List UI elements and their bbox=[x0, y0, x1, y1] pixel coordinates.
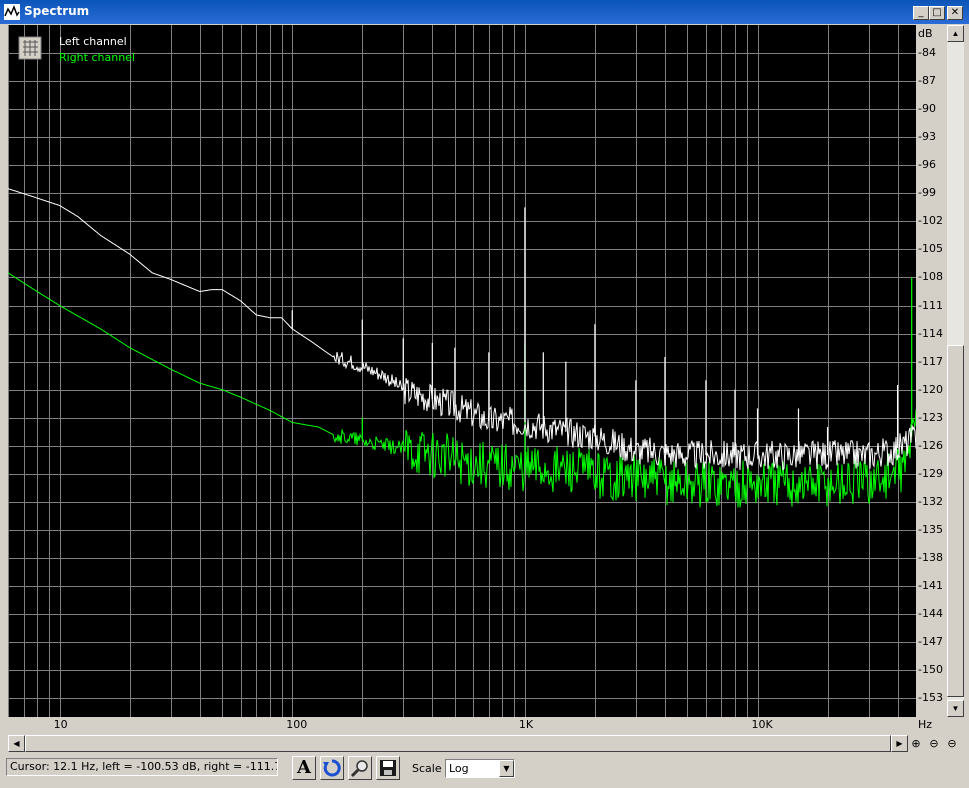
y-tick-label: -144 bbox=[918, 607, 943, 621]
plot-grid bbox=[8, 25, 916, 717]
horizontal-scroll-thumb[interactable] bbox=[25, 735, 891, 752]
y-tick-label: -135 bbox=[918, 522, 943, 536]
close-button[interactable]: ✕ bbox=[947, 6, 963, 20]
y-tick-label: -102 bbox=[918, 214, 943, 228]
y-tick-label: -141 bbox=[918, 579, 943, 593]
save-icon bbox=[380, 760, 396, 776]
minimize-icon: _ bbox=[918, 7, 924, 18]
y-tick-label: -129 bbox=[918, 466, 943, 480]
spectrum-app-icon bbox=[4, 4, 20, 20]
x-axis-unit: Hz bbox=[918, 718, 933, 731]
y-tick-label: -126 bbox=[918, 438, 943, 452]
scale-label: Scale bbox=[412, 762, 442, 775]
plot-series bbox=[8, 188, 916, 508]
y-tick-label: -117 bbox=[918, 354, 943, 368]
cursor-readout: Cursor: 12.1 Hz, left = -100.53 dB, righ… bbox=[6, 758, 278, 776]
arrow-left-icon: ◀ bbox=[13, 739, 20, 748]
scroll-left-button[interactable]: ◀ bbox=[8, 735, 25, 752]
arrow-down-icon: ▼ bbox=[951, 704, 960, 713]
y-tick-label: -150 bbox=[918, 663, 943, 677]
scroll-up-button[interactable]: ▲ bbox=[947, 25, 964, 42]
vertical-scrollbar[interactable]: ▲ ▼ bbox=[947, 25, 964, 717]
zoom-tool-icon bbox=[350, 760, 368, 778]
scroll-down-button[interactable]: ▼ bbox=[947, 700, 964, 717]
font-button[interactable]: A bbox=[292, 756, 316, 780]
y-tick-label: -84 bbox=[918, 46, 936, 60]
x-tick-label: 10 bbox=[53, 718, 68, 731]
y-tick-label: -120 bbox=[918, 382, 943, 396]
x-tick-label: 10K bbox=[751, 718, 773, 731]
minimize-button[interactable]: _ bbox=[913, 6, 929, 20]
horizontal-scrollbar[interactable]: ◀ ▶ bbox=[8, 735, 908, 752]
y-tick-label: -153 bbox=[918, 691, 943, 705]
zoom-tool-button[interactable] bbox=[348, 756, 372, 780]
x-tick-label: 100 bbox=[286, 718, 308, 731]
save-button[interactable] bbox=[376, 756, 400, 780]
y-axis: dB -84 -87 -90 -93 -96 -99 -102 -105 -108 -111 -11… bbox=[916, 25, 947, 717]
zoom-out-button[interactable]: ⊖ bbox=[926, 735, 942, 752]
x-tick-label: 1K bbox=[518, 718, 534, 731]
y-tick-label: -138 bbox=[918, 551, 943, 565]
y-tick-label: -96 bbox=[918, 158, 936, 172]
chevron-down-icon[interactable]: ▼ bbox=[499, 760, 514, 777]
scale-select-value: Log bbox=[449, 762, 469, 775]
close-icon: ✕ bbox=[950, 7, 960, 18]
legend-left-channel: Left channel bbox=[59, 35, 127, 48]
status-bar: Cursor: 12.1 Hz, left = -100.53 dB, righ… bbox=[0, 754, 969, 788]
y-tick-label: -105 bbox=[918, 242, 943, 256]
left-channel-line bbox=[8, 188, 916, 471]
zoom-reset-button[interactable]: ⊖ bbox=[944, 735, 960, 752]
refresh-icon bbox=[323, 759, 341, 777]
y-axis-unit: dB bbox=[918, 27, 933, 40]
scroll-right-button[interactable]: ▶ bbox=[891, 735, 908, 752]
scale-select[interactable]: Log ▼ bbox=[445, 759, 515, 778]
maximize-button[interactable]: □ bbox=[929, 6, 945, 20]
zoom-reset-icon: ⊖ bbox=[947, 737, 957, 750]
spectrum-chart-svg[interactable]: Left channel Right channel bbox=[8, 25, 916, 717]
y-tick-label: -147 bbox=[918, 635, 943, 649]
font-icon: A bbox=[297, 757, 311, 778]
y-tick-label: -87 bbox=[918, 74, 936, 88]
refresh-button[interactable] bbox=[320, 756, 344, 780]
vertical-scroll-thumb[interactable] bbox=[947, 345, 964, 697]
spectrum-plot[interactable]: Left channel Right channel bbox=[8, 25, 916, 717]
legend: Left channel Right channel bbox=[18, 35, 135, 64]
zoom-in-icon: ⊕ bbox=[911, 737, 921, 750]
title-bar: Spectrum _ □ ✕ bbox=[0, 0, 969, 24]
y-tick-label: -99 bbox=[918, 186, 936, 200]
legend-right-channel: Right channel bbox=[59, 51, 135, 64]
x-axis: 10 100 1K 10K bbox=[8, 717, 916, 733]
y-tick-label: -114 bbox=[918, 326, 943, 340]
arrow-up-icon: ▲ bbox=[951, 29, 960, 38]
arrow-right-icon: ▶ bbox=[896, 739, 903, 748]
y-tick-label: -132 bbox=[918, 494, 943, 508]
zoom-in-button[interactable]: ⊕ bbox=[908, 735, 924, 752]
window-title: Spectrum bbox=[24, 4, 90, 18]
maximize-icon: □ bbox=[932, 7, 942, 18]
y-tick-label: -90 bbox=[918, 102, 936, 116]
zoom-out-icon: ⊖ bbox=[929, 737, 939, 750]
y-tick-label: -111 bbox=[918, 298, 943, 312]
y-tick-label: -123 bbox=[918, 410, 943, 424]
y-tick-label: -108 bbox=[918, 270, 943, 284]
y-tick-label: -93 bbox=[918, 130, 936, 144]
